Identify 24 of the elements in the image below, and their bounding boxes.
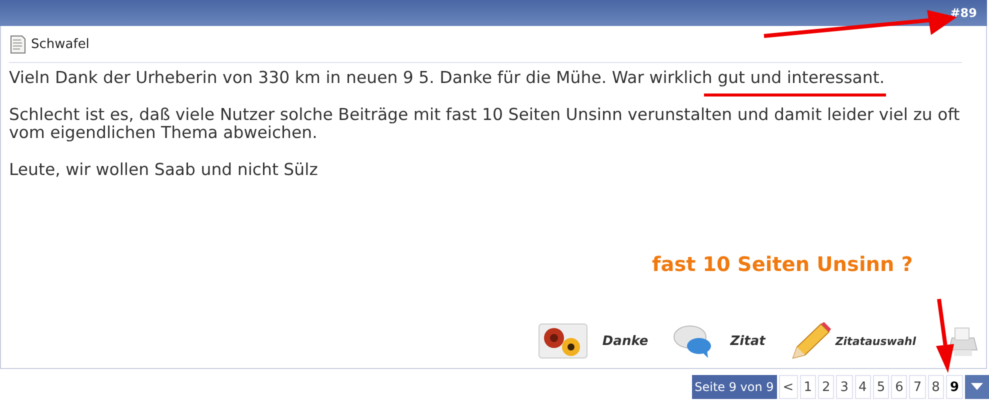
page-link[interactable]: 1 [800, 375, 816, 399]
page-indicator: Seite 9 von 9 [692, 375, 777, 399]
dropdown-button[interactable] [965, 375, 989, 399]
thanks-button[interactable]: Danke [538, 323, 648, 359]
quote-button[interactable]: Zitat [672, 323, 766, 359]
document-icon [10, 34, 26, 54]
quote-selection-button[interactable]: Zitatauswahl [789, 322, 916, 360]
page-link[interactable]: 4 [854, 375, 871, 399]
page-link[interactable]: 5 [872, 375, 890, 399]
page-link[interactable]: 9 [946, 375, 963, 399]
previous-page-link[interactable]: < [778, 375, 798, 399]
caret-icon [971, 383, 983, 391]
page-link[interactable]: 2 [818, 375, 834, 399]
page-link[interactable]: 8 [928, 375, 944, 399]
post-number: #89 [950, 6, 977, 20]
post-paragraph: Vieln Dank der Urheberin von 330 km in neuen 9 5. Danke für die Mühe. War wirklich gut und interessant. [9, 69, 886, 87]
post-paragraph: Leute, wir wollen Saab und nicht Sülz [9, 161, 319, 179]
page-link[interactable]: 3 [836, 375, 853, 399]
page-link[interactable]: 7 [909, 375, 926, 399]
annotation-text: fast 10 Seiten Unsinn ? [652, 252, 913, 276]
flower-icon [538, 323, 588, 359]
author-name[interactable]: Schwafel [31, 36, 90, 52]
post-paragraph: Schlecht ist es, daß viele Nutzer solche Beiträge mit fast 10 Seiten Unsinn verunstalten und damit leider viel zu oft vom eigendlichen Thema abweichen. [9, 106, 961, 142]
page-link[interactable]: 6 [891, 375, 908, 399]
